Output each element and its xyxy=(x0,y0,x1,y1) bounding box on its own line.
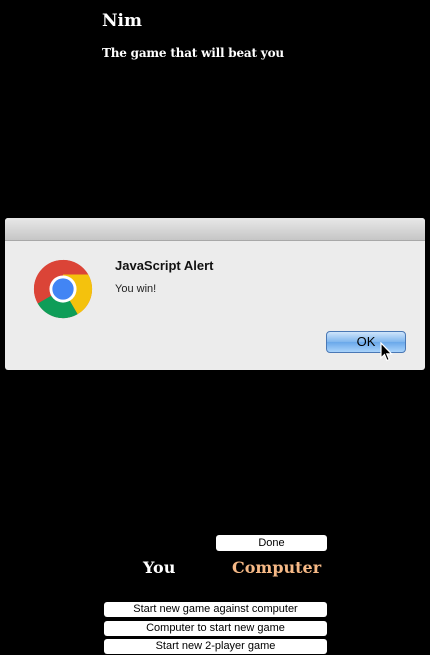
alert-message: You win! xyxy=(115,283,157,295)
page-subtitle: The game that will beat you xyxy=(102,46,284,60)
mouse-cursor-icon xyxy=(380,342,393,362)
javascript-alert-dialog: JavaScript Alert You win! OK xyxy=(5,218,425,370)
alert-heading: JavaScript Alert xyxy=(115,258,214,273)
player-you-label: You xyxy=(143,558,176,577)
nim-page: Nim The game that will beat you JavaScri… xyxy=(0,0,430,655)
new-two-player-game-button[interactable]: Start new 2-player game xyxy=(104,639,327,654)
chrome-logo-icon xyxy=(33,259,93,319)
done-button[interactable]: Done xyxy=(216,535,327,551)
ok-button[interactable]: OK xyxy=(326,331,406,353)
computer-start-button[interactable]: Computer to start new game xyxy=(104,621,327,636)
player-computer-label: Computer xyxy=(232,558,322,577)
dialog-titlebar[interactable] xyxy=(5,218,425,241)
page-title: Nim xyxy=(102,11,142,31)
new-game-vs-computer-button[interactable]: Start new game against computer xyxy=(104,602,327,617)
